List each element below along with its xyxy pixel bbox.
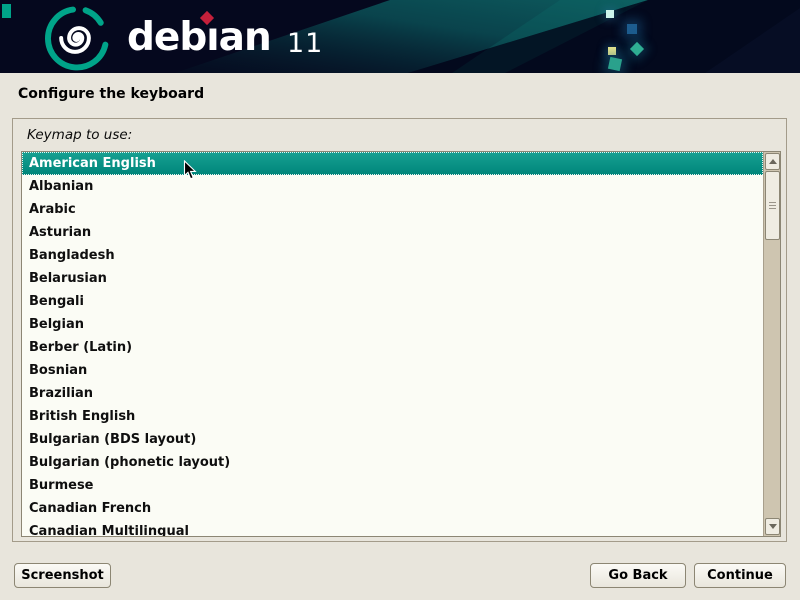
go-back-button[interactable]: Go Back — [590, 563, 686, 588]
continue-button[interactable]: Continue — [694, 563, 786, 588]
list-item[interactable]: Belarusian — [22, 267, 763, 290]
scroll-up-button[interactable] — [765, 153, 780, 170]
list-item[interactable]: Burmese — [22, 474, 763, 497]
confetti-square-teal — [608, 57, 622, 71]
thumb-grip-lines — [769, 202, 776, 211]
list-item[interactable]: American English — [22, 152, 763, 175]
confetti-square-yellow — [608, 47, 616, 55]
chevron-up-icon — [769, 159, 777, 164]
corner-accent-square — [2, 4, 11, 18]
confetti-square-cyan — [606, 10, 614, 18]
list-item[interactable]: Bulgarian (phonetic layout) — [22, 451, 763, 474]
list-item[interactable]: Bosnian — [22, 359, 763, 382]
confetti-square-blue — [627, 24, 637, 34]
keymap-label: Keymap to use: — [27, 127, 132, 143]
list-item[interactable]: Berber (Latin) — [22, 336, 763, 359]
scrollbar-thumb[interactable] — [765, 171, 780, 240]
list-item[interactable]: Bangladesh — [22, 244, 763, 267]
list-item[interactable]: Canadian Multilingual — [22, 520, 763, 536]
keymap-list: American EnglishAlbanianArabicAsturianBa… — [22, 152, 763, 536]
vertical-scrollbar[interactable] — [763, 152, 780, 536]
content-frame: Keymap to use: American EnglishAlbanianA… — [12, 118, 787, 542]
brand-wordmark: debıan — [127, 15, 271, 61]
screenshot-button[interactable]: Screenshot — [14, 563, 111, 588]
list-item[interactable]: Bulgarian (BDS layout) — [22, 428, 763, 451]
debian-swirl-icon — [44, 5, 110, 71]
brand-version: 11 — [287, 27, 323, 61]
chevron-down-icon — [769, 524, 777, 529]
list-item[interactable]: Albanian — [22, 175, 763, 198]
list-item[interactable]: British English — [22, 405, 763, 428]
list-item[interactable]: Arabic — [22, 198, 763, 221]
scroll-down-button[interactable] — [765, 518, 780, 535]
list-item[interactable]: Belgian — [22, 313, 763, 336]
page-title: Configure the keyboard — [18, 86, 204, 102]
list-item[interactable]: Brazilian — [22, 382, 763, 405]
list-item[interactable]: Canadian French — [22, 497, 763, 520]
list-item[interactable]: Asturian — [22, 221, 763, 244]
banner-background-art — [0, 0, 800, 73]
list-item[interactable]: Bengali — [22, 290, 763, 313]
keymap-listbox[interactable]: American EnglishAlbanianArabicAsturianBa… — [21, 151, 781, 537]
installer-banner: debıan 11 — [0, 0, 800, 73]
